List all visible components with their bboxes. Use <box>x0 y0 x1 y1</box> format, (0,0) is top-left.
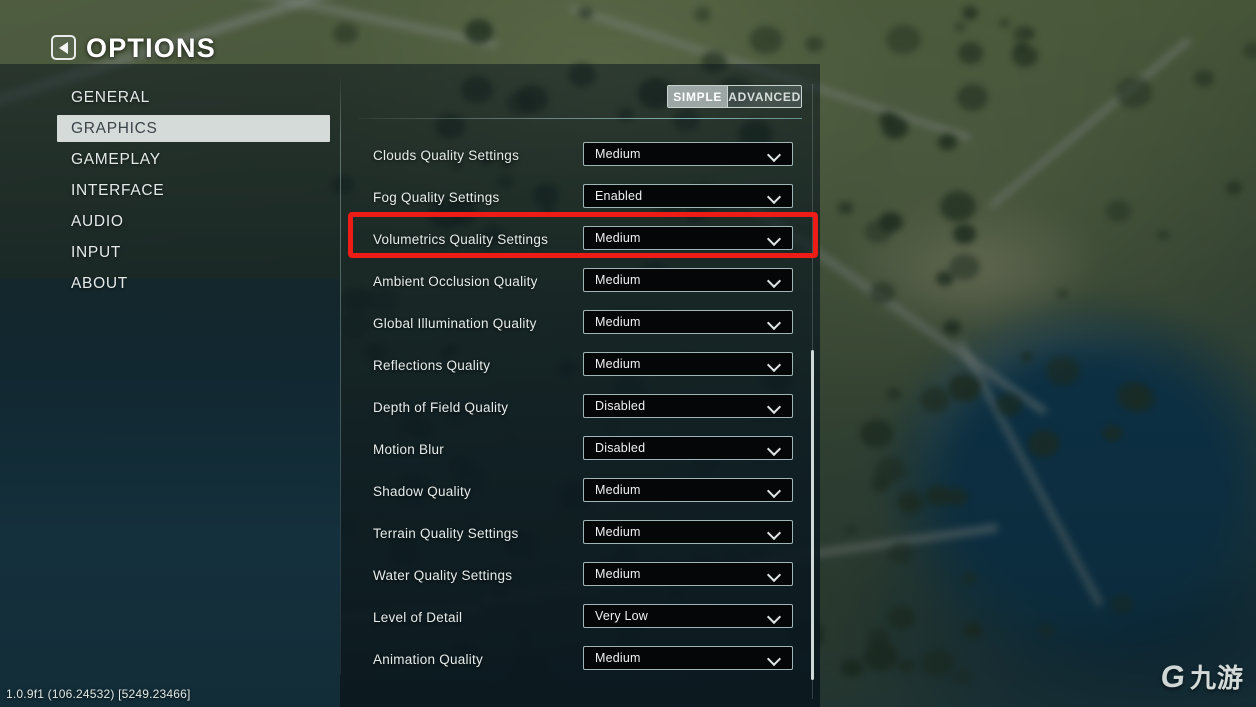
setting-value: Medium <box>595 315 641 329</box>
version-text: 1.0.9f1 (106.24532) [5249.23466] <box>6 687 191 701</box>
setting-value: Medium <box>595 231 641 245</box>
setting-label: Volumetrics Quality Settings <box>373 232 549 247</box>
sidebar-item-label: AUDIO <box>71 212 124 230</box>
setting-dropdown[interactable]: Medium <box>583 142 793 166</box>
chevron-down-icon <box>769 360 780 371</box>
setting-dropdown[interactable]: Very Low <box>583 604 793 628</box>
setting-value: Medium <box>595 357 641 371</box>
sidebar-item-label: GENERAL <box>71 88 150 106</box>
sidebar-item-audio[interactable]: AUDIO <box>57 208 330 235</box>
setting-row: Global Illumination Quality Medium <box>340 310 820 340</box>
sidebar-item-about[interactable]: ABOUT <box>57 270 330 297</box>
setting-label: Depth of Field Quality <box>373 400 509 415</box>
chevron-down-icon <box>769 276 780 287</box>
setting-dropdown[interactable]: Medium <box>583 520 793 544</box>
setting-value: Medium <box>595 651 641 665</box>
setting-label: Ambient Occlusion Quality <box>373 274 538 289</box>
setting-label: Level of Detail <box>373 610 463 625</box>
setting-row: Motion Blur Disabled <box>340 436 820 466</box>
chevron-down-icon <box>769 444 780 455</box>
setting-row: Terrain Quality Settings Medium <box>340 520 820 550</box>
tab-simple[interactable]: SIMPLE <box>668 86 728 107</box>
setting-dropdown[interactable]: Disabled <box>583 394 793 418</box>
setting-dropdown[interactable]: Medium <box>583 478 793 502</box>
sidebar-item-label: INPUT <box>71 243 121 261</box>
setting-value: Medium <box>595 483 641 497</box>
setting-row: Fog Quality Settings Enabled <box>340 184 820 214</box>
chevron-down-icon <box>769 234 780 245</box>
setting-row: Depth of Field Quality Disabled <box>340 394 820 424</box>
setting-dropdown[interactable]: Medium <box>583 646 793 670</box>
sidebar-item-label: INTERFACE <box>71 181 165 199</box>
setting-row: Volumetrics Quality Settings Medium <box>340 226 820 256</box>
setting-dropdown[interactable]: Medium <box>583 268 793 292</box>
chevron-down-icon <box>769 570 780 581</box>
setting-row: Ambient Occlusion Quality Medium <box>340 268 820 298</box>
setting-row: Clouds Quality Settings Medium <box>340 142 820 172</box>
panel-divider <box>358 118 802 119</box>
back-triangle-icon <box>58 41 68 54</box>
setting-value: Medium <box>595 273 641 287</box>
chevron-down-icon <box>769 318 780 329</box>
setting-value: Medium <box>595 567 641 581</box>
setting-value: Very Low <box>595 609 649 623</box>
setting-label: Terrain Quality Settings <box>373 526 519 541</box>
back-button[interactable] <box>51 35 76 60</box>
setting-value: Medium <box>595 147 641 161</box>
watermark: G 九游 <box>1159 658 1244 695</box>
setting-dropdown[interactable]: Medium <box>583 562 793 586</box>
sidebar-item-label: GRAPHICS <box>71 119 158 137</box>
setting-dropdown[interactable]: Enabled <box>583 184 793 208</box>
setting-dropdown[interactable]: Disabled <box>583 436 793 460</box>
sidebar-item-input[interactable]: INPUT <box>57 239 330 266</box>
setting-dropdown[interactable]: Medium <box>583 352 793 376</box>
page-title: OPTIONS <box>86 33 216 63</box>
setting-label: Water Quality Settings <box>373 568 513 583</box>
sidebar-item-general[interactable]: GENERAL <box>57 84 330 111</box>
setting-row: Animation Quality Medium <box>340 646 820 676</box>
settings-mode-toggle: SIMPLE ADVANCED <box>667 85 802 108</box>
sidebar-item-interface[interactable]: INTERFACE <box>57 177 330 204</box>
setting-label: Motion Blur <box>373 442 445 457</box>
setting-value: Medium <box>595 525 641 539</box>
chevron-down-icon <box>769 150 780 161</box>
sidebar-item-label: ABOUT <box>71 274 128 292</box>
setting-label: Fog Quality Settings <box>373 190 500 205</box>
setting-value: Enabled <box>595 189 643 203</box>
chevron-down-icon <box>769 654 780 665</box>
chevron-down-icon <box>769 612 780 623</box>
chevron-down-icon <box>769 528 780 539</box>
setting-dropdown[interactable]: Medium <box>583 310 793 334</box>
setting-label: Reflections Quality <box>373 358 491 373</box>
watermark-text: 九游 <box>1189 663 1244 693</box>
chevron-down-icon <box>769 486 780 497</box>
setting-row: Shadow Quality Medium <box>340 478 820 508</box>
setting-row: Water Quality Settings Medium <box>340 562 820 592</box>
setting-label: Animation Quality <box>373 652 484 667</box>
setting-value: Disabled <box>595 441 646 455</box>
setting-dropdown[interactable]: Medium <box>583 226 793 250</box>
setting-row: Reflections Quality Medium <box>340 352 820 382</box>
graphics-settings-panel: SIMPLE ADVANCED Clouds Quality Settings Me… <box>340 64 820 707</box>
sidebar-item-gameplay[interactable]: GAMEPLAY <box>57 146 330 173</box>
options-header: OPTIONS <box>0 0 1256 64</box>
options-sidebar: GENERAL GRAPHICS GAMEPLAY INTERFACE AUDIO INP… <box>0 64 340 707</box>
chevron-down-icon <box>769 192 780 203</box>
watermark-logo-icon: G <box>1159 659 1187 694</box>
tab-advanced[interactable]: ADVANCED <box>727 86 801 107</box>
sidebar-item-graphics[interactable]: GRAPHICS <box>57 115 330 142</box>
chevron-down-icon <box>769 402 780 413</box>
setting-label: Global Illumination Quality <box>373 316 537 331</box>
setting-label: Clouds Quality Settings <box>373 148 520 163</box>
setting-label: Shadow Quality <box>373 484 472 499</box>
setting-row: Level of Detail Very Low <box>340 604 820 634</box>
setting-value: Disabled <box>595 399 646 413</box>
sidebar-item-label: GAMEPLAY <box>71 150 161 168</box>
settings-scrollbar-thumb[interactable] <box>811 350 814 680</box>
